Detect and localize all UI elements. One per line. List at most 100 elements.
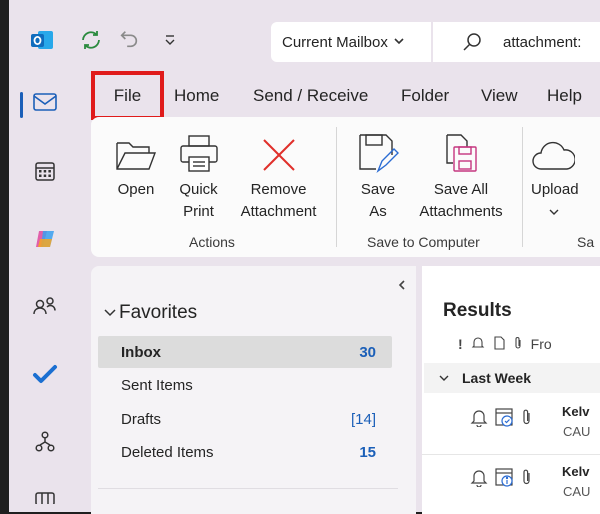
group-label-actions: Actions	[189, 234, 235, 250]
meeting-info-icon	[494, 466, 516, 493]
mail-icon	[32, 91, 58, 118]
copilot-icon	[33, 227, 57, 256]
customize-toolbar-icon[interactable]	[163, 30, 177, 48]
meeting-request-icon	[494, 406, 516, 433]
message-icons	[470, 466, 532, 493]
results-pane: Results ! Fro Last Week Kelv CAU Kelv CA…	[422, 266, 600, 514]
open-label: Open	[117, 181, 155, 198]
rail-todo[interactable]	[9, 356, 81, 396]
message-row[interactable]: Kelv CAU	[424, 456, 600, 512]
unread-count: 30	[359, 343, 376, 361]
save-as-icon	[349, 123, 407, 179]
bell-icon	[470, 467, 488, 492]
save-as-label-2: As	[369, 203, 387, 220]
save-as-label-1: Save	[360, 181, 396, 198]
sync-icon[interactable]	[79, 28, 103, 52]
rail-org-explorer[interactable]	[9, 424, 81, 464]
cloud-upload-icon	[531, 123, 600, 179]
rail-mail[interactable]	[9, 84, 81, 124]
favorites-header[interactable]: Favorites	[103, 302, 197, 324]
org-explorer-icon	[33, 430, 57, 459]
message-row[interactable]: Kelv CAU	[424, 396, 600, 452]
app-rail	[9, 78, 81, 512]
active-indicator	[20, 92, 23, 118]
quick-print-label-2: Print	[183, 203, 214, 220]
ribbon: Open Quick Print Remove Attachment Save …	[91, 117, 600, 257]
rail-apps[interactable]	[9, 490, 81, 512]
quick-print-button[interactable]: Quick Print	[171, 123, 226, 223]
save-all-label-1: Save All	[433, 181, 489, 198]
rail-calendar[interactable]	[9, 153, 81, 193]
calendar-icon	[33, 159, 57, 188]
message-sender: Kelv	[562, 404, 590, 419]
folder-name: Deleted Items	[121, 443, 214, 461]
folder-name: Inbox	[121, 343, 161, 361]
mailbox-scope-label: Current Mailbox	[282, 33, 388, 51]
open-button[interactable]: Open	[111, 123, 161, 201]
chevron-down-icon	[531, 201, 600, 223]
reminder-column-icon[interactable]	[471, 336, 485, 353]
folder-pane: Favorites Inbox 30 Sent Items Drafts [14…	[91, 266, 416, 514]
rail-people[interactable]	[9, 288, 81, 328]
column-headers: ! Fro	[458, 332, 552, 356]
upload-label: Upload	[531, 181, 579, 198]
folder-sent-items[interactable]: Sent Items	[98, 369, 392, 401]
folder-open-icon	[111, 123, 161, 179]
folder-name: Drafts	[121, 410, 162, 428]
unread-count: 15	[359, 443, 376, 461]
people-icon	[32, 294, 58, 323]
todo-icon	[32, 363, 58, 390]
remove-attachment-button[interactable]: Remove Attachment	[231, 123, 326, 223]
divider	[98, 488, 398, 489]
folder-drafts[interactable]: Drafts [14]	[98, 403, 392, 435]
rail-copilot[interactable]	[9, 221, 81, 261]
upload-button[interactable]: Upload	[531, 123, 600, 223]
attachment-column-icon[interactable]	[513, 336, 523, 353]
draft-count: [14]	[350, 410, 376, 428]
message-subject: CAU	[563, 424, 591, 439]
chevron-down-icon	[393, 35, 405, 49]
message-subject: CAU	[563, 484, 591, 499]
save-all-icon	[411, 123, 511, 179]
bell-icon	[470, 407, 488, 432]
group-header-last-week[interactable]: Last Week	[424, 363, 600, 393]
attachment-icon	[522, 468, 532, 491]
undo-icon[interactable]	[118, 28, 140, 50]
tab-home[interactable]: Home	[174, 86, 219, 106]
title-bar: Current Mailbox attachment:	[9, 0, 600, 78]
favorites-label: Favorites	[119, 302, 198, 323]
save-all-attachments-button[interactable]: Save All Attachments	[411, 123, 511, 223]
tab-folder[interactable]: Folder	[401, 86, 449, 106]
tab-send-receive[interactable]: Send / Receive	[253, 86, 368, 106]
chevron-down-icon	[103, 305, 117, 321]
search-input[interactable]: attachment:	[433, 22, 600, 62]
tab-view[interactable]: View	[481, 86, 518, 106]
folder-inbox[interactable]: Inbox 30	[98, 336, 392, 368]
results-title: Results	[443, 300, 512, 321]
folder-name: Sent Items	[121, 376, 193, 394]
importance-column-icon[interactable]: !	[458, 336, 463, 352]
attachment-icon	[522, 408, 532, 431]
group-label-share: Sa	[577, 234, 595, 250]
tab-file[interactable]: File	[91, 71, 164, 120]
outlook-logo-icon	[30, 28, 54, 52]
tab-help[interactable]: Help	[547, 86, 582, 106]
icon-column-icon[interactable]	[493, 335, 505, 353]
tab-file-label: File	[113, 85, 142, 105]
folder-deleted-items[interactable]: Deleted Items 15	[98, 436, 392, 468]
divider	[422, 454, 600, 455]
remove-x-icon	[231, 123, 326, 179]
quick-print-label-1: Quick	[179, 181, 218, 198]
message-sender: Kelv	[562, 464, 590, 479]
remove-attachment-label-1: Remove	[250, 181, 307, 198]
search-icon	[462, 32, 482, 56]
mailbox-scope-dropdown[interactable]: Current Mailbox	[271, 22, 431, 62]
save-all-label-2: Attachments	[419, 203, 503, 220]
group-label-save-to-computer: Save to Computer	[367, 234, 480, 250]
from-column-header[interactable]: Fro	[531, 336, 552, 352]
apps-icon	[33, 490, 57, 509]
printer-icon	[171, 123, 226, 179]
message-icons	[470, 406, 532, 433]
collapse-pane-icon[interactable]	[397, 278, 407, 295]
save-as-button[interactable]: Save As	[349, 123, 407, 223]
